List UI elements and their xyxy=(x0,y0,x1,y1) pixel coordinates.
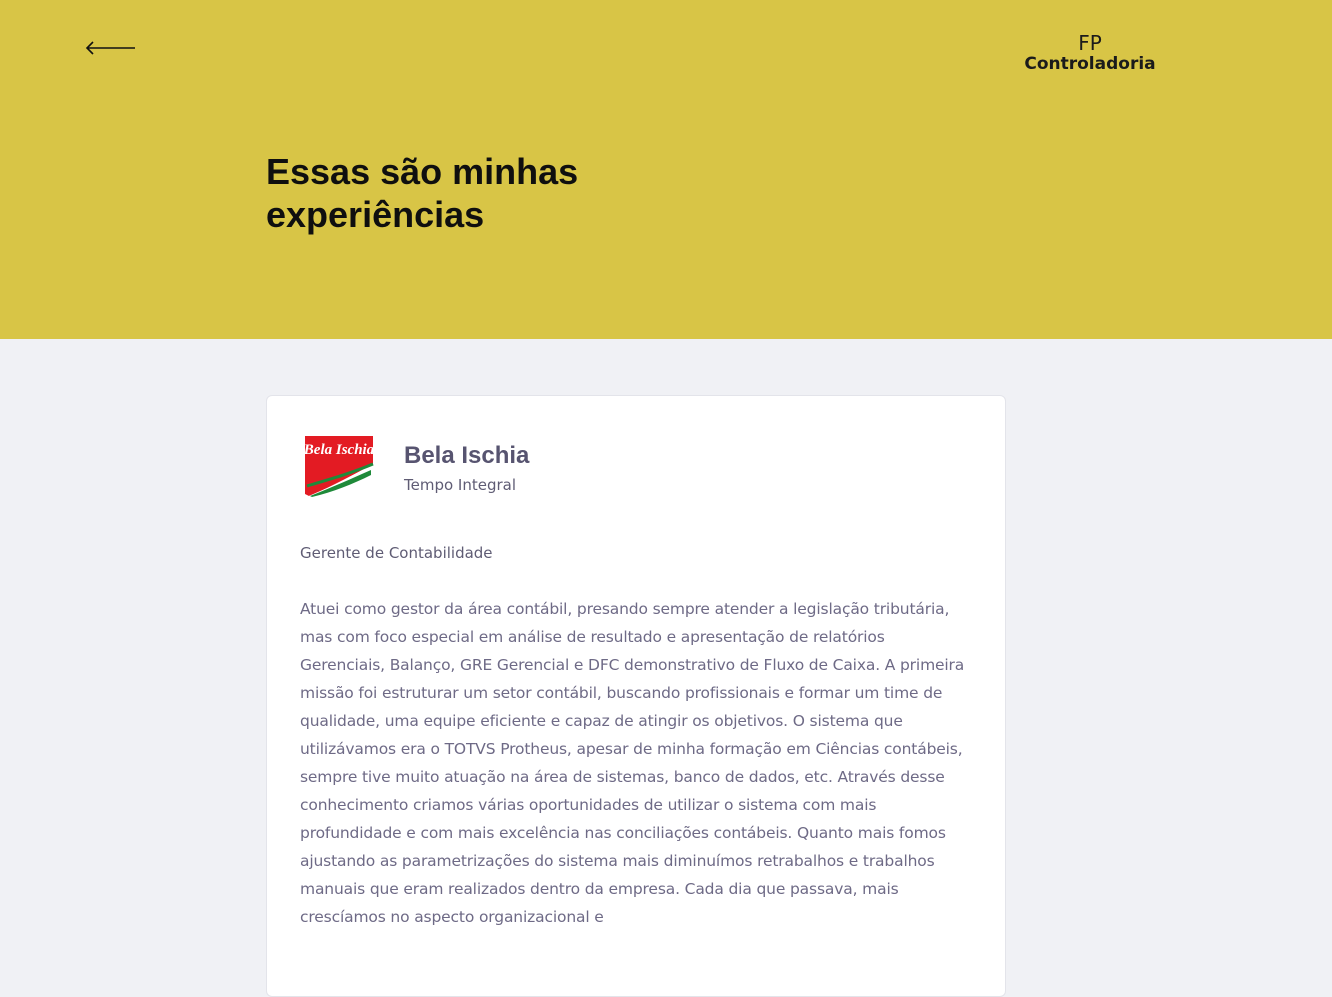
brand-logo[interactable]: FP Controladoria xyxy=(1022,32,1158,74)
company-logo: Bela Ischia xyxy=(303,434,375,498)
brand-logo-initials: FP xyxy=(1078,31,1102,55)
job-role: Gerente de Contabilidade xyxy=(300,544,493,562)
job-description: Atuei como gestor da área contábil, pres… xyxy=(300,600,965,926)
bela-ischia-logo-icon: Bela Ischia xyxy=(303,436,375,498)
employment-type: Tempo Integral xyxy=(404,476,517,494)
brand-logo-name: Controladoria xyxy=(1024,54,1156,74)
arrow-left-icon xyxy=(85,41,135,55)
svg-text:Bela Ischia: Bela Ischia xyxy=(303,442,375,458)
page-title: Essas são minhas experiências xyxy=(266,151,579,235)
experience-card: Bela Ischia Bela Ischia Tempo Integral G… xyxy=(266,395,1006,997)
hero-header: FP Controladoria Essas são minhas experi… xyxy=(0,0,1332,339)
back-button[interactable] xyxy=(84,36,138,60)
company-name: Bela Ischia xyxy=(404,442,530,469)
